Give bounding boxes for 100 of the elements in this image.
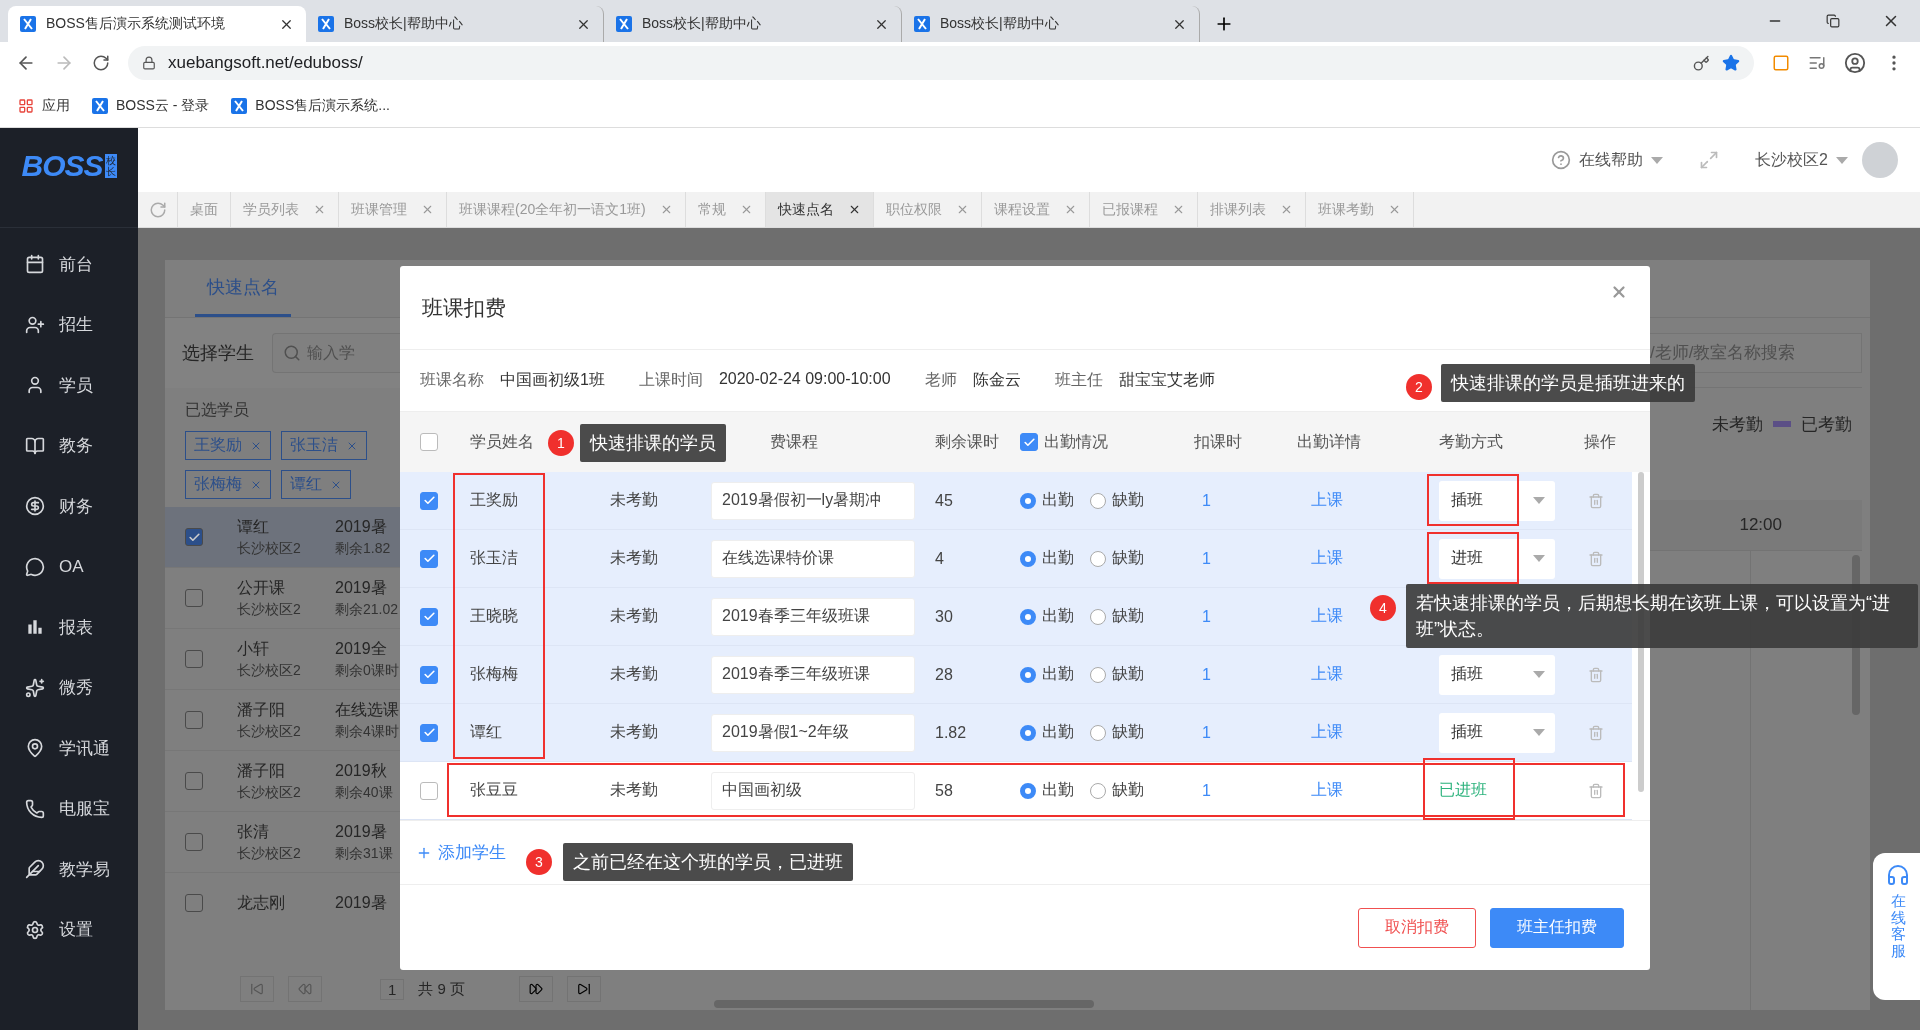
campus-menu[interactable]: 长沙校区2 xyxy=(1755,149,1848,171)
radio-option[interactable]: 出勤 xyxy=(1020,780,1074,801)
mode-select[interactable]: 插班 xyxy=(1439,654,1555,695)
star-icon[interactable] xyxy=(1722,54,1740,72)
browser-tab[interactable]: Boss校长|帮助中心 xyxy=(604,6,902,42)
course-field[interactable]: 2019暑假1~2年级 xyxy=(711,713,915,752)
checkbox[interactable] xyxy=(420,723,438,742)
add-student-link[interactable]: 添加学生 xyxy=(416,841,506,864)
checkbox[interactable] xyxy=(420,607,438,626)
detail-link[interactable]: 上课 xyxy=(1285,780,1415,801)
reload-icon[interactable] xyxy=(92,54,110,72)
radio-option[interactable]: 缺勤 xyxy=(1090,606,1144,627)
course-field[interactable]: 在线选课特价课 xyxy=(711,539,915,578)
next-page-button[interactable] xyxy=(519,976,554,1002)
checkbox[interactable] xyxy=(185,589,203,607)
help-menu[interactable]: 在线帮助 xyxy=(1551,149,1664,171)
trash-icon[interactable] xyxy=(1588,782,1604,799)
logo-icon xyxy=(318,16,334,32)
sidebar-item[interactable]: 招生 xyxy=(0,294,138,355)
sidebar-item[interactable]: 学员 xyxy=(0,355,138,416)
sidebar-item[interactable]: 微秀 xyxy=(0,657,138,718)
trash-icon[interactable] xyxy=(1588,550,1604,567)
prev-page-button[interactable] xyxy=(288,976,322,1002)
student-name: 公开课 xyxy=(237,577,286,598)
bookmark[interactable]: 应用 xyxy=(18,96,70,115)
campus-text: 长沙校区2 xyxy=(237,722,302,741)
sidebar-item[interactable]: 学讯通 xyxy=(0,718,138,779)
checkbox[interactable] xyxy=(185,772,203,790)
cancel-button[interactable]: 取消扣费 xyxy=(1358,907,1476,948)
checkbox[interactable] xyxy=(420,491,438,510)
mode-select[interactable]: 插班 xyxy=(1439,480,1555,521)
sidebar-item[interactable]: 电服宝 xyxy=(0,778,138,839)
course-field[interactable]: 中国画初级 xyxy=(711,771,915,810)
mode-select[interactable]: 插班 xyxy=(1439,712,1555,753)
browser-tab[interactable]: BOSS售后演示系统测试环境 xyxy=(8,6,306,42)
checkbox[interactable] xyxy=(185,711,203,729)
radio-option[interactable]: 出勤 xyxy=(1020,606,1074,627)
trash-icon[interactable] xyxy=(1588,492,1604,509)
extension-icon[interactable] xyxy=(1772,54,1790,72)
sidebar-item[interactable]: 设置 xyxy=(0,899,138,960)
checkbox[interactable] xyxy=(185,833,203,851)
checkbox[interactable] xyxy=(420,665,438,684)
user-plus-icon xyxy=(25,314,45,335)
sidebar-item[interactable]: 报表 xyxy=(0,597,138,658)
bookmark[interactable]: BOSS售后演示系统... xyxy=(231,96,390,115)
radio-option[interactable]: 出勤 xyxy=(1020,722,1074,743)
mode-select[interactable]: 进班 xyxy=(1439,538,1555,579)
trash-icon[interactable] xyxy=(1588,666,1604,683)
status-text: 未考勤 xyxy=(609,780,659,800)
checkbox[interactable] xyxy=(420,781,438,800)
checkbox[interactable] xyxy=(185,894,203,912)
select-all-checkbox[interactable] xyxy=(420,433,438,451)
radio-option[interactable]: 缺勤 xyxy=(1090,664,1144,685)
course-text: 2019暑 xyxy=(335,577,388,598)
phone-icon xyxy=(25,798,45,819)
checkbox[interactable] xyxy=(420,549,438,568)
radio-option[interactable]: 出勤 xyxy=(1020,490,1074,511)
avatar[interactable] xyxy=(1862,142,1898,178)
course-field[interactable]: 2019春季三年级班课 xyxy=(711,655,915,694)
page-number[interactable]: 1 xyxy=(380,978,405,1000)
service-widget[interactable]: 在线客服 xyxy=(1873,853,1920,1000)
course-field[interactable]: 2019暑假初一ly暑期冲 xyxy=(711,481,915,520)
radio-option[interactable]: 出勤 xyxy=(1020,548,1074,569)
sidebar-item[interactable]: 财务 xyxy=(0,476,138,537)
checkbox[interactable] xyxy=(185,650,203,668)
trash-icon[interactable] xyxy=(1588,724,1604,741)
student-name: 潘子阳 xyxy=(237,699,286,720)
radio-option[interactable]: 缺勤 xyxy=(1090,490,1144,511)
course-text: 2019暑 xyxy=(335,516,388,537)
radio-option[interactable]: 缺勤 xyxy=(1090,548,1144,569)
settings-icon xyxy=(25,919,45,940)
column-header: 费课程 xyxy=(770,431,818,452)
radio-option[interactable]: 缺勤 xyxy=(1090,722,1144,743)
media-icon[interactable] xyxy=(1808,54,1826,72)
logo-text: BOSS xyxy=(21,148,103,183)
first-page-button[interactable] xyxy=(240,976,274,1002)
key-icon[interactable] xyxy=(1693,54,1710,72)
last-page-button[interactable] xyxy=(567,976,602,1002)
scrollbar[interactable] xyxy=(714,1000,1094,1008)
annotation-tooltip: 快速排课的学员 xyxy=(580,424,726,463)
sidebar-item[interactable]: 教务 xyxy=(0,415,138,476)
page-tab[interactable]: 快速点名 xyxy=(765,192,874,227)
sidebar-item[interactable]: 前台 xyxy=(0,234,138,295)
annotation-tooltip: 若快速排课的学员，后期想长期在该班上课，可以设置为“进班”状态。 xyxy=(1406,584,1918,649)
sidebar-item[interactable]: OA xyxy=(0,536,138,597)
fullscreen-icon[interactable] xyxy=(1699,150,1720,170)
restore-icon[interactable] xyxy=(1826,14,1840,28)
bookmark[interactable]: BOSS云 - 登录 xyxy=(92,96,210,115)
profile-icon[interactable] xyxy=(1844,52,1866,74)
sparkles-icon xyxy=(25,677,45,698)
radio-option[interactable]: 出勤 xyxy=(1020,664,1074,685)
address-bar[interactable]: xuebangsoft.net/eduboss/ xyxy=(128,46,1754,80)
course-field[interactable]: 2019春季三年级班课 xyxy=(711,597,915,636)
sidebar-item[interactable]: 教学易 xyxy=(0,839,138,900)
browser-tab[interactable]: Boss校长|帮助中心 xyxy=(306,6,604,42)
checkbox[interactable] xyxy=(185,528,203,546)
checkbox[interactable] xyxy=(1020,433,1038,451)
radio-option[interactable]: 缺勤 xyxy=(1090,780,1144,801)
refresh-icon[interactable] xyxy=(148,200,167,219)
browser-tab[interactable]: Boss校长|帮助中心 xyxy=(902,6,1200,42)
